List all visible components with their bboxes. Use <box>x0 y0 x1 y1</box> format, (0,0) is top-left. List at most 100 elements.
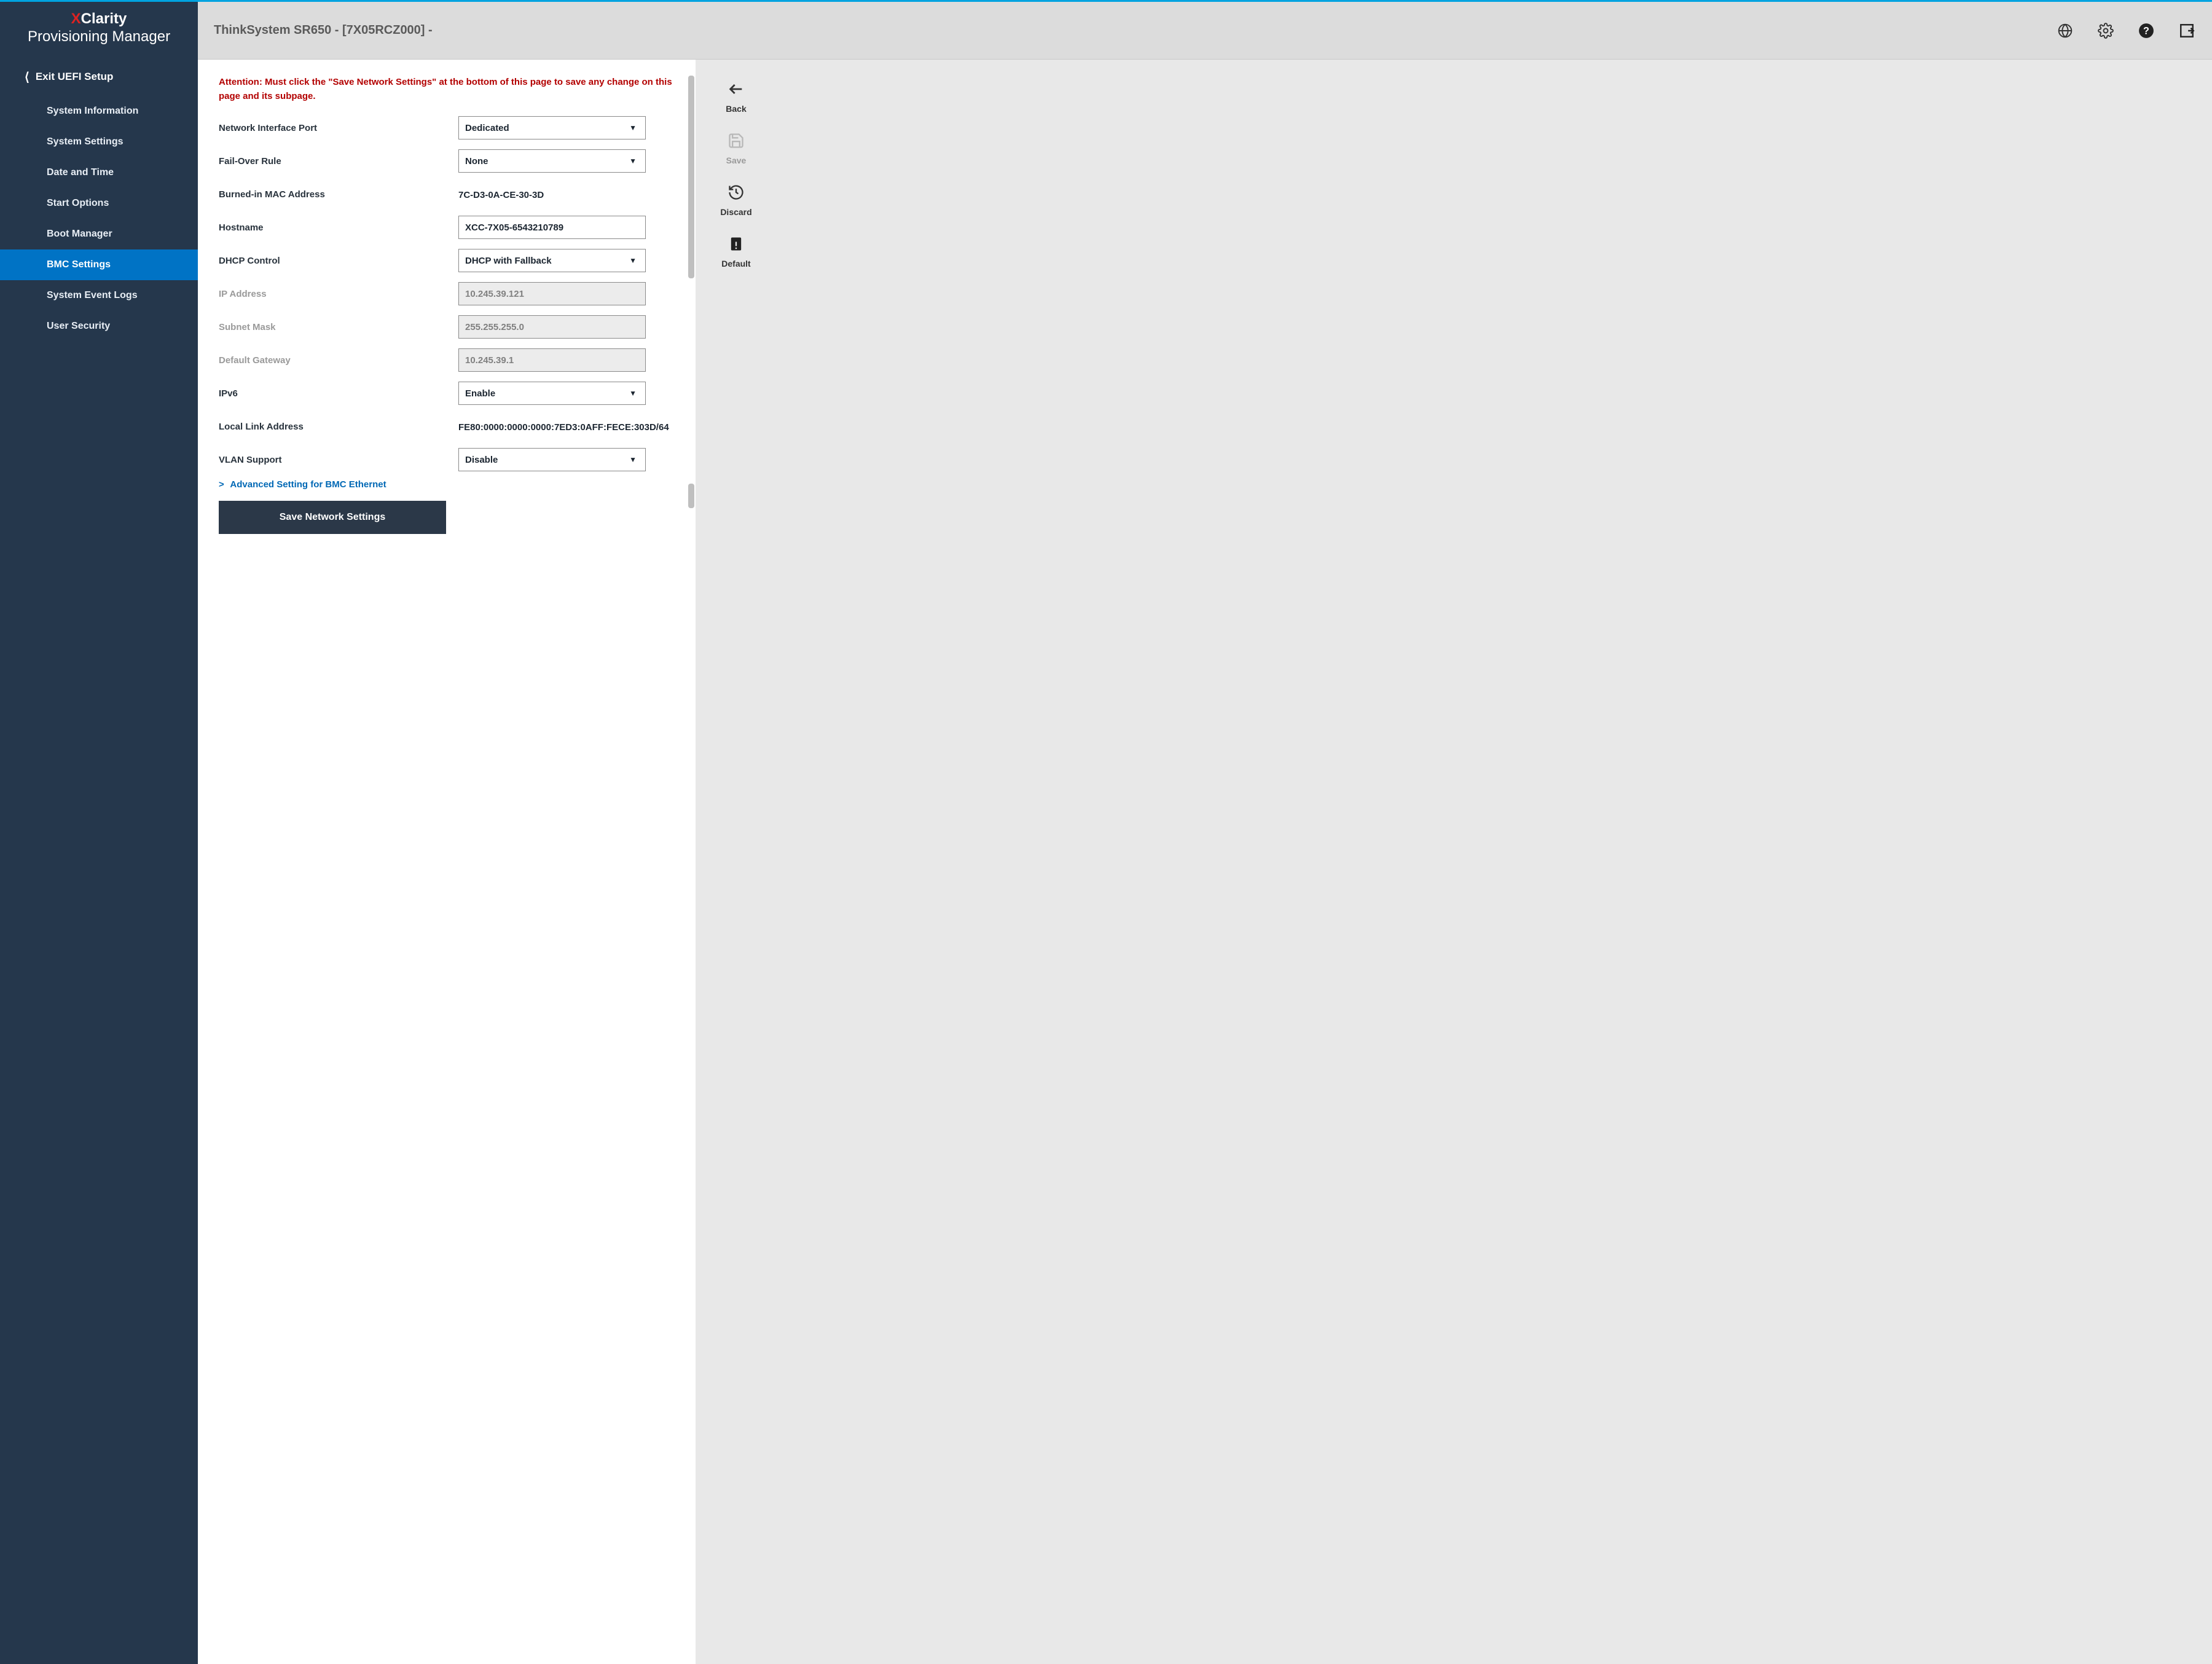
sidebar-item-label: System Event Logs <box>47 290 138 300</box>
svg-text:?: ? <box>2143 25 2149 36</box>
scrollbar-thumb-top[interactable] <box>688 76 694 278</box>
caret-down-icon: ▼ <box>629 256 637 265</box>
globe-icon[interactable] <box>2056 22 2074 40</box>
brand-line2: Provisioning Manager <box>6 28 192 46</box>
action-default-label: Default <box>721 259 750 269</box>
input-hostname[interactable] <box>465 216 639 238</box>
sidebar-item-label: Boot Manager <box>47 229 112 239</box>
sidebar-nav: System Information System Settings Date … <box>0 96 198 342</box>
default-icon <box>728 235 745 253</box>
sidebar-item-label: BMC Settings <box>47 259 111 270</box>
input-hostname-wrap <box>458 216 646 239</box>
brand-block: XClarity Provisioning Manager <box>0 2 198 56</box>
sidebar-item-boot-manager[interactable]: Boot Manager <box>0 219 198 249</box>
row-local-link-address: Local Link Address FE80:0000:0000:0000:7… <box>219 413 675 440</box>
input-ip-address <box>465 283 639 305</box>
row-subnet-mask: Subnet Mask <box>219 313 675 340</box>
header-bar: ThinkSystem SR650 - [7X05RCZ000] - ? <box>198 2 2212 60</box>
row-failover-rule: Fail-Over Rule None ▼ <box>219 147 675 175</box>
sidebar-item-bmc-settings[interactable]: BMC Settings <box>0 249 198 280</box>
row-vlan-support: VLAN Support Disable ▼ <box>219 446 675 473</box>
sidebar-item-user-security[interactable]: User Security <box>0 311 198 342</box>
row-mac-address: Burned-in MAC Address 7C-D3-0A-CE-30-3D <box>219 181 675 208</box>
history-icon <box>728 184 745 201</box>
action-save-label: Save <box>726 155 747 165</box>
gear-icon[interactable] <box>2096 22 2115 40</box>
label-hostname: Hostname <box>219 222 458 233</box>
select-value: DHCP with Fallback <box>465 256 552 266</box>
input-ip-address-wrap <box>458 282 646 305</box>
sidebar-item-date-and-time[interactable]: Date and Time <box>0 157 198 188</box>
scrollbar-thumb-bottom[interactable] <box>688 484 694 508</box>
content-row: Attention: Must click the "Save Network … <box>198 60 2212 1664</box>
row-ip-address: IP Address <box>219 280 675 307</box>
label-network-interface-port: Network Interface Port <box>219 123 458 133</box>
label-ip-address: IP Address <box>219 289 458 299</box>
input-default-gateway-wrap <box>458 348 646 372</box>
select-value: None <box>465 156 488 167</box>
page-title: ThinkSystem SR650 - [7X05RCZ000] - <box>214 23 433 37</box>
sidebar-item-start-options[interactable]: Start Options <box>0 188 198 219</box>
help-icon[interactable]: ? <box>2137 22 2155 40</box>
advanced-link-label: Advanced Setting for BMC Ethernet <box>230 479 386 490</box>
label-local-link-address: Local Link Address <box>219 422 458 432</box>
sidebar-item-label: User Security <box>47 321 110 331</box>
input-subnet-mask-wrap <box>458 315 646 339</box>
value-mac-address: 7C-D3-0A-CE-30-3D <box>458 189 544 200</box>
action-back[interactable]: Back <box>726 80 746 114</box>
sidebar-item-label: System Settings <box>47 136 123 147</box>
exit-icon[interactable] <box>2178 22 2196 40</box>
sidebar-item-system-settings[interactable]: System Settings <box>0 127 198 157</box>
caret-down-icon: ▼ <box>629 157 637 165</box>
row-dhcp-control: DHCP Control DHCP with Fallback ▼ <box>219 247 675 274</box>
save-network-settings-button[interactable]: Save Network Settings <box>219 501 446 534</box>
attention-message: Attention: Must click the "Save Network … <box>219 76 673 103</box>
select-failover-rule[interactable]: None ▼ <box>458 149 646 173</box>
action-save[interactable]: Save <box>726 132 747 165</box>
save-icon <box>728 132 745 149</box>
chevron-left-icon: ⟨ <box>25 69 29 85</box>
brand-rest: Clarity <box>81 10 127 27</box>
row-hostname: Hostname <box>219 214 675 241</box>
action-back-label: Back <box>726 104 746 114</box>
exit-uefi-label: Exit UEFI Setup <box>36 71 114 83</box>
brand-line1: XClarity <box>6 10 192 28</box>
form-area: Attention: Must click the "Save Network … <box>198 60 696 1664</box>
select-network-interface-port[interactable]: Dedicated ▼ <box>458 116 646 139</box>
arrow-left-icon <box>728 80 745 98</box>
label-ipv6: IPv6 <box>219 388 458 399</box>
select-dhcp-control[interactable]: DHCP with Fallback ▼ <box>458 249 646 272</box>
action-discard-label: Discard <box>720 207 751 217</box>
chevron-right-icon: > <box>219 479 224 490</box>
input-subnet-mask <box>465 316 639 338</box>
select-value: Dedicated <box>465 123 509 133</box>
sidebar: XClarity Provisioning Manager ⟨ Exit UEF… <box>0 2 198 1664</box>
value-local-link-address: FE80:0000:0000:0000:7ED3:0AFF:FECE:303D/… <box>458 421 675 433</box>
caret-down-icon: ▼ <box>629 124 637 132</box>
label-dhcp-control: DHCP Control <box>219 256 458 266</box>
sidebar-item-label: Date and Time <box>47 167 114 178</box>
label-vlan-support: VLAN Support <box>219 455 458 465</box>
select-ipv6[interactable]: Enable ▼ <box>458 382 646 405</box>
sidebar-item-label: Start Options <box>47 198 109 208</box>
sidebar-item-label: System Information <box>47 106 138 116</box>
row-ipv6: IPv6 Enable ▼ <box>219 380 675 407</box>
label-mac-address: Burned-in MAC Address <box>219 189 458 200</box>
select-value: Disable <box>465 455 498 465</box>
advanced-bmc-ethernet-link[interactable]: > Advanced Setting for BMC Ethernet <box>219 479 675 490</box>
brand-x: X <box>71 10 81 27</box>
exit-uefi-setup[interactable]: ⟨ Exit UEFI Setup <box>0 56 198 96</box>
label-failover-rule: Fail-Over Rule <box>219 156 458 167</box>
select-value: Enable <box>465 388 495 399</box>
save-network-settings-label: Save Network Settings <box>280 512 386 523</box>
action-discard[interactable]: Discard <box>720 184 751 217</box>
action-default[interactable]: Default <box>721 235 750 269</box>
select-vlan-support[interactable]: Disable ▼ <box>458 448 646 471</box>
row-default-gateway: Default Gateway <box>219 347 675 374</box>
sidebar-item-system-event-logs[interactable]: System Event Logs <box>0 280 198 311</box>
app-root: XClarity Provisioning Manager ⟨ Exit UEF… <box>0 2 2212 1664</box>
label-subnet-mask: Subnet Mask <box>219 322 458 332</box>
label-default-gateway: Default Gateway <box>219 355 458 366</box>
sidebar-item-system-information[interactable]: System Information <box>0 96 198 127</box>
row-network-interface-port: Network Interface Port Dedicated ▼ <box>219 114 675 141</box>
